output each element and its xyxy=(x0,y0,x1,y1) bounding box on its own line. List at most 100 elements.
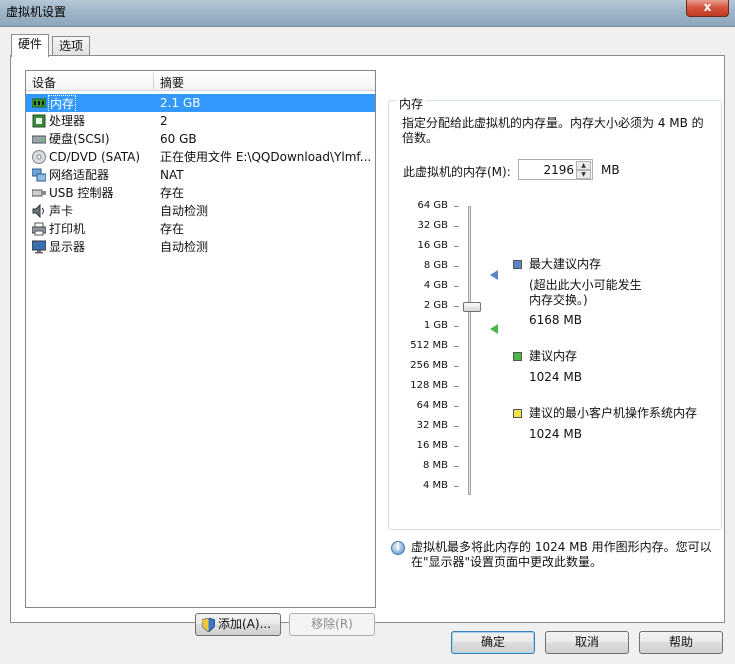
column-header-device[interactable]: 设备 xyxy=(32,74,56,91)
memory-slider-track[interactable] xyxy=(468,206,471,495)
scale-label: 2 GB xyxy=(423,300,448,311)
scale-tick xyxy=(454,266,459,267)
scale-label: 16 GB xyxy=(417,240,448,251)
min-guest-os-legend-icon xyxy=(513,409,522,418)
device-name: 硬盘(SCSI) xyxy=(49,132,110,146)
scale-label: 64 MB xyxy=(416,400,448,411)
device-summary: 60 GB xyxy=(160,132,197,146)
add-device-label: 添加(A)... xyxy=(218,617,272,631)
device-name: 显示器 xyxy=(49,240,86,254)
scale-tick xyxy=(454,346,459,347)
device-list[interactable]: 设备 摘要 内存 2.1 GB 处理器 2 硬盘(SCSI) 60 GB CD/… xyxy=(25,70,376,608)
recommended-value: 1024 MB xyxy=(529,370,582,384)
info-icon: i xyxy=(391,541,405,555)
memory-field-label: 此虚拟机的内存(M): xyxy=(403,165,511,179)
device-summary: 2 xyxy=(160,114,168,128)
scale-tick xyxy=(454,286,459,287)
display-icon xyxy=(32,240,46,254)
device-row-processor[interactable]: 处理器 2 xyxy=(26,112,375,130)
device-name: CD/DVD (SATA) xyxy=(49,150,141,164)
scale-tick xyxy=(454,466,459,467)
device-row-cd-dvd[interactable]: CD/DVD (SATA) 正在使用文件 E:\QQDownload\Ylmf.… xyxy=(26,148,375,166)
scale-label: 8 GB xyxy=(423,260,448,271)
max-recommended-note: (超出此大小可能发生内存交换。) xyxy=(529,278,642,307)
scale-label: 128 MB xyxy=(410,380,448,391)
scale-tick xyxy=(454,386,459,387)
close-button[interactable]: x xyxy=(686,0,729,17)
window-title: 虚拟机设置 xyxy=(6,5,67,19)
device-row-network-adapter[interactable]: 网络适配器 NAT xyxy=(26,166,375,184)
device-row-sound-card[interactable]: 声卡 自动检测 xyxy=(26,202,375,220)
scale-tick xyxy=(454,406,459,407)
scale-label: 8 MB xyxy=(422,460,448,471)
scale-label: 64 GB xyxy=(417,200,448,211)
memory-group-title: 内存 xyxy=(396,95,427,112)
memory-size-value[interactable]: 2196 xyxy=(543,163,574,177)
scale-tick xyxy=(454,426,459,427)
recommended-marker-icon xyxy=(490,324,498,334)
scale-label: 512 MB xyxy=(410,340,448,351)
scale-tick xyxy=(454,326,459,327)
memory-unit: MB xyxy=(601,163,620,177)
tab-options[interactable]: 选项 xyxy=(52,36,91,57)
max-recommended-value: 6168 MB xyxy=(529,313,582,327)
network-adapter-icon xyxy=(32,168,46,182)
device-summary: 存在 xyxy=(160,222,185,236)
memory-slider-thumb[interactable] xyxy=(463,302,481,312)
device-summary: 2.1 GB xyxy=(160,96,201,110)
spin-down-button[interactable]: ▼ xyxy=(576,170,591,179)
device-summary: NAT xyxy=(160,168,184,182)
scale-label: 1 GB xyxy=(423,320,448,331)
scale-tick xyxy=(454,446,459,447)
scale-label: 32 MB xyxy=(416,420,448,431)
add-device-button[interactable]: 添加(A)... xyxy=(195,613,281,636)
scale-tick xyxy=(454,486,459,487)
max-recommended-marker-icon xyxy=(490,270,498,280)
hardware-panel: 设备 摘要 内存 2.1 GB 处理器 2 硬盘(SCSI) 60 GB CD/… xyxy=(10,55,725,636)
device-row-memory[interactable]: 内存 2.1 GB xyxy=(26,94,375,113)
min-guest-os-value: 1024 MB xyxy=(529,427,582,441)
device-summary: 存在 xyxy=(160,186,185,200)
column-header-summary[interactable]: 摘要 xyxy=(160,74,184,91)
title-bar: 虚拟机设置 x xyxy=(0,0,735,26)
remove-device-button[interactable]: 移除(R) xyxy=(289,613,375,636)
printer-icon xyxy=(32,222,46,236)
device-row-printer[interactable]: 打印机 存在 xyxy=(26,220,375,238)
device-summary: 自动检测 xyxy=(160,240,209,254)
scale-label: 4 MB xyxy=(422,480,448,491)
memory-description: 指定分配给此虚拟机的内存量。内存大小必须为 4 MB 的倍数。 xyxy=(402,116,704,145)
cancel-button[interactable]: 取消 xyxy=(545,631,629,654)
ok-button[interactable]: 确定 xyxy=(451,631,535,654)
device-summary: 正在使用文件 E:\QQDownload\Ylmf... xyxy=(160,150,370,164)
device-list-header: 设备 摘要 xyxy=(26,71,375,91)
device-row-hard-disk[interactable]: 硬盘(SCSI) 60 GB xyxy=(26,130,375,148)
recommended-label: 建议内存 xyxy=(529,349,578,363)
memory-icon xyxy=(32,98,46,108)
hard-disk-icon xyxy=(32,135,46,144)
scale-tick xyxy=(454,306,459,307)
device-row-display[interactable]: 显示器 自动检测 xyxy=(26,238,375,256)
spin-up-button[interactable]: ▲ xyxy=(576,161,591,170)
device-name: 内存 xyxy=(48,95,77,113)
scale-label: 4 GB xyxy=(423,280,448,291)
scale-label: 16 MB xyxy=(416,440,448,451)
uac-shield-icon xyxy=(202,618,215,632)
device-name: 打印机 xyxy=(49,222,86,236)
scale-tick xyxy=(454,366,459,367)
min-guest-os-label: 建议的最小客户机操作系统内存 xyxy=(529,406,698,420)
device-row-usb-controller[interactable]: USB 控制器 存在 xyxy=(26,184,375,202)
device-name: 处理器 xyxy=(49,114,86,128)
recommended-legend-icon xyxy=(513,352,522,361)
scale-tick xyxy=(454,226,459,227)
scale-label: 32 GB xyxy=(417,220,448,231)
processor-icon xyxy=(32,114,46,128)
device-name: 网络适配器 xyxy=(49,168,110,182)
scale-label: 256 MB xyxy=(410,360,448,371)
memory-size-input[interactable]: 2196 ▲ ▼ xyxy=(518,159,593,180)
device-name: USB 控制器 xyxy=(49,186,114,200)
tab-hardware[interactable]: 硬件 xyxy=(11,34,50,57)
help-button[interactable]: 帮助 xyxy=(639,631,723,654)
scale-tick xyxy=(454,246,459,247)
sound-card-icon xyxy=(32,204,44,218)
cd-dvd-icon xyxy=(32,150,46,164)
